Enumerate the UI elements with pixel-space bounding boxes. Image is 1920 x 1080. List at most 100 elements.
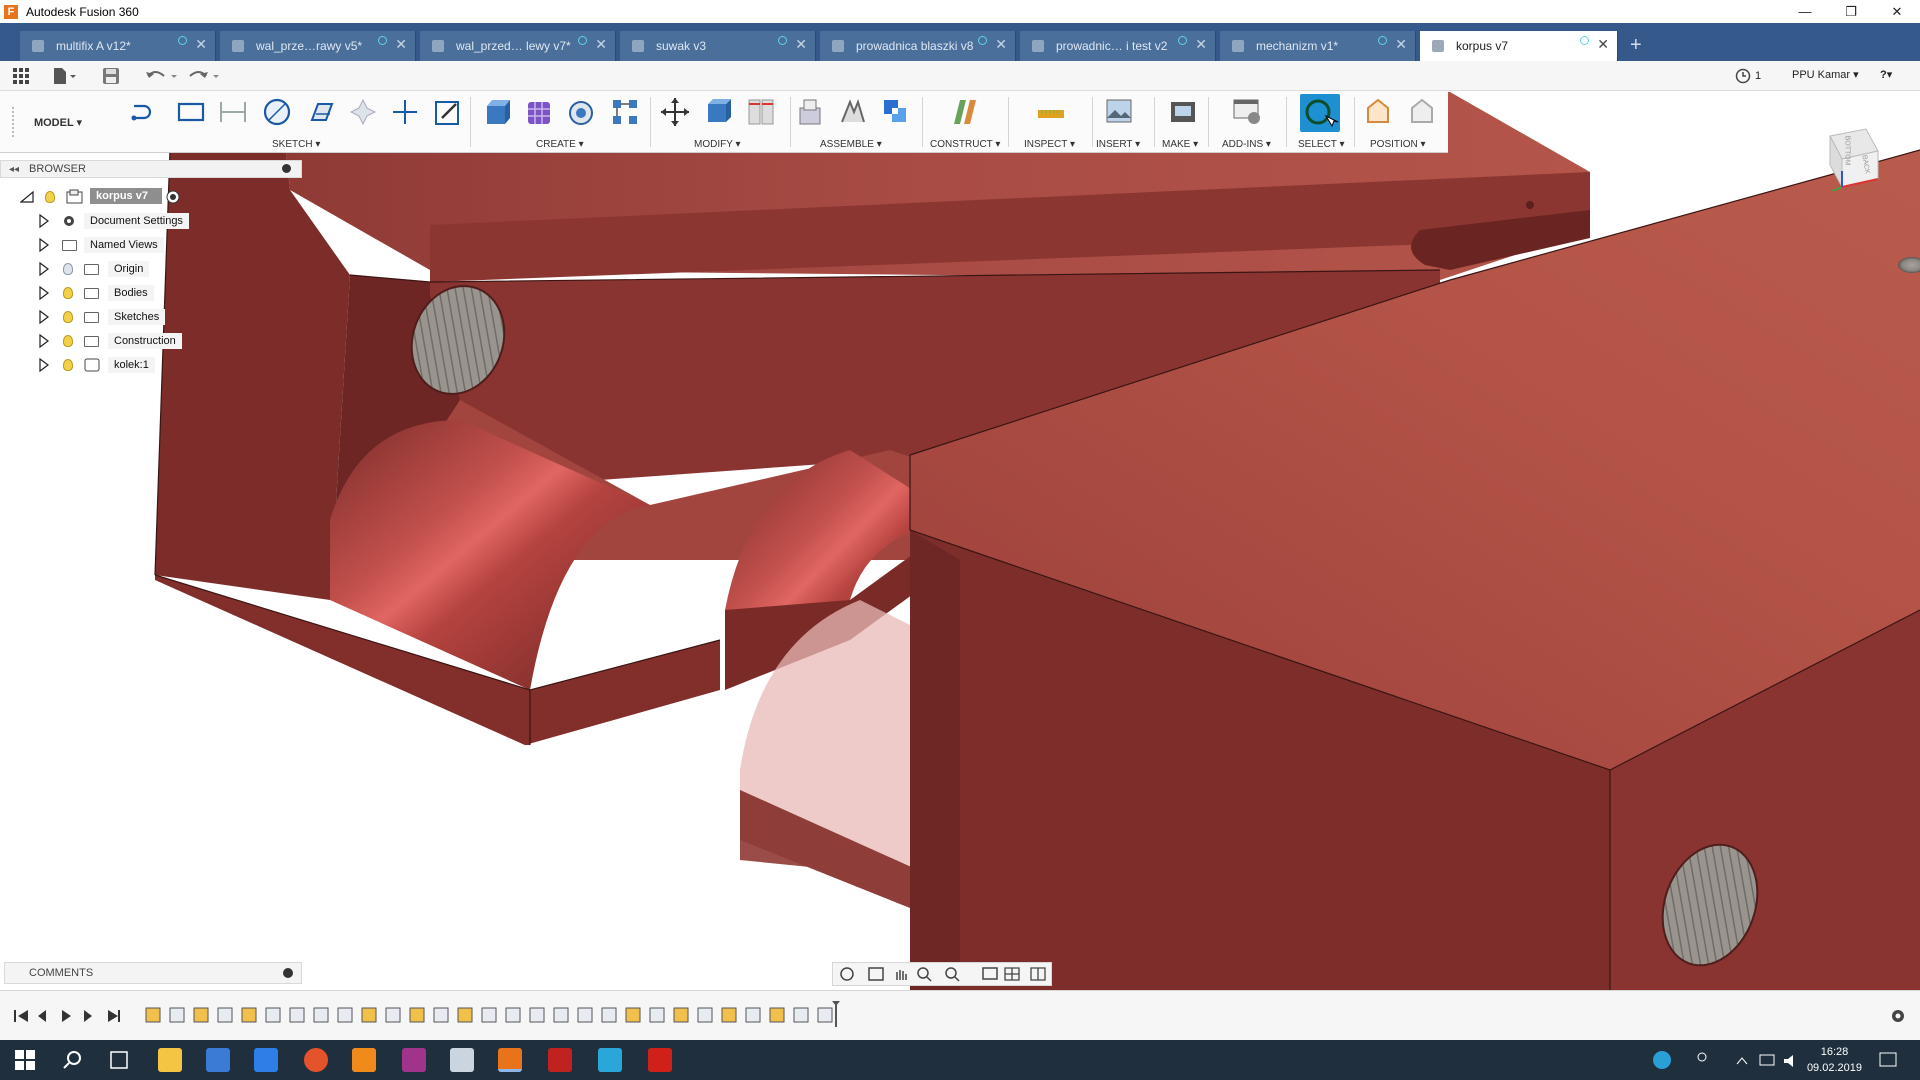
tree-root[interactable]: korpus v7 <box>0 186 200 208</box>
pattern-icon[interactable] <box>610 96 640 126</box>
fusion-360-taskbar-icon[interactable] <box>498 1048 522 1072</box>
tab-close-icon[interactable]: ✕ <box>195 37 207 51</box>
tab-close-icon[interactable]: ✕ <box>395 37 407 51</box>
file-menu-icon[interactable] <box>52 66 76 86</box>
firefox-icon[interactable] <box>304 1048 328 1072</box>
position-group-label[interactable]: POSITION ▾ <box>1370 139 1426 150</box>
visibility-bulb-icon[interactable] <box>63 287 73 299</box>
point-tool-icon[interactable] <box>390 96 420 126</box>
3d-viewer-icon[interactable] <box>450 1048 474 1072</box>
browser-header[interactable]: ◂◂ BROWSER <box>0 160 302 178</box>
tree-item-origin[interactable]: Origin <box>0 258 200 280</box>
make-group-label[interactable]: MAKE ▾ <box>1162 139 1198 150</box>
extrude-icon[interactable] <box>482 96 512 126</box>
people-icon[interactable] <box>1694 1050 1714 1070</box>
insert-canvas-icon[interactable] <box>1104 96 1134 126</box>
expand-arrow-icon[interactable] <box>38 214 50 228</box>
workspace-switcher[interactable]: MODEL ▾ <box>12 107 102 137</box>
stop-sketch-icon[interactable] <box>432 96 462 126</box>
help-button[interactable]: ?▾ <box>1880 68 1892 81</box>
restore-button[interactable]: ❐ <box>1828 0 1874 23</box>
activate-radio-icon[interactable] <box>166 190 180 204</box>
tab-close-icon[interactable]: ✕ <box>1597 37 1609 51</box>
app-icon[interactable] <box>598 1048 622 1072</box>
windows-start-icon[interactable] <box>14 1049 36 1071</box>
scripts-addins-icon[interactable] <box>1232 96 1262 126</box>
addins-group-label[interactable]: ADD-INS ▾ <box>1222 139 1271 150</box>
visibility-bulb-icon[interactable] <box>63 263 73 275</box>
tree-item-document-settings[interactable]: Document Settings <box>0 210 200 232</box>
store-icon[interactable] <box>206 1048 230 1072</box>
tree-item-kolek[interactable]: kolek:1 <box>0 354 200 376</box>
close-window-button[interactable]: ✕ <box>1874 0 1920 23</box>
revolve-icon[interactable] <box>566 96 596 126</box>
select-tool-button[interactable] <box>1300 94 1340 132</box>
dimension-tool-icon[interactable] <box>218 96 248 126</box>
move-icon[interactable] <box>660 96 690 126</box>
expand-arrow-icon[interactable] <box>38 310 50 324</box>
job-status[interactable]: 1 <box>1735 68 1761 84</box>
tree-item-construction[interactable]: Construction <box>0 330 200 352</box>
notifications-icon[interactable] <box>1878 1050 1898 1070</box>
add-comment-icon[interactable] <box>283 968 293 978</box>
network-icon[interactable] <box>1758 1053 1776 1069</box>
autocad-icon[interactable] <box>548 1048 572 1072</box>
tab-close-icon[interactable]: ✕ <box>1195 37 1207 51</box>
browser-pin-icon[interactable] <box>282 164 291 173</box>
view-cube[interactable]: BOTTOM BACK <box>1818 121 1888 191</box>
circle-tool-icon[interactable] <box>262 96 292 126</box>
create-group-label[interactable]: CREATE ▾ <box>536 139 584 150</box>
rectangle-tool-icon[interactable] <box>176 96 206 126</box>
select-group-label[interactable]: SELECT ▾ <box>1298 139 1345 150</box>
tab-close-icon[interactable]: ✕ <box>595 37 607 51</box>
create-form-icon[interactable] <box>524 96 554 126</box>
expand-arrow-icon[interactable] <box>38 262 50 276</box>
help-tray-icon[interactable] <box>1652 1050 1672 1070</box>
tab-close-icon[interactable]: ✕ <box>995 37 1007 51</box>
expand-arrow-icon[interactable] <box>38 334 50 348</box>
sketch-group-label[interactable]: SKETCH ▾ <box>272 139 320 150</box>
construct-group-label[interactable]: CONSTRUCT ▾ <box>930 139 1000 150</box>
collapse-panel-icon[interactable]: ◂◂ <box>9 164 19 175</box>
tab-multifix[interactable]: multifix A v12* ✕ <box>20 31 216 61</box>
tab-korpus[interactable]: korpus v7 ✕ <box>1420 31 1618 61</box>
tree-item-sketches[interactable]: Sketches <box>0 306 200 328</box>
tab-prowadnica-test[interactable]: prowadnic… i test v2 ✕ <box>1020 31 1216 61</box>
minimize-button[interactable]: — <box>1782 0 1828 23</box>
split-body-icon[interactable] <box>746 96 776 126</box>
save-icon[interactable] <box>102 66 120 86</box>
volume-icon[interactable] <box>1782 1053 1800 1069</box>
comments-panel[interactable]: COMMENTS <box>4 962 302 984</box>
search-icon[interactable] <box>62 1049 84 1071</box>
dropbox-icon[interactable] <box>254 1048 278 1072</box>
acrobat-icon[interactable] <box>648 1048 672 1072</box>
visibility-bulb-icon[interactable] <box>63 311 73 323</box>
tree-item-bodies[interactable]: Bodies <box>0 282 200 304</box>
revert-position-icon[interactable] <box>1406 96 1436 126</box>
tab-close-icon[interactable]: ✕ <box>795 37 807 51</box>
measure-icon[interactable] <box>1036 96 1066 126</box>
visibility-bulb-icon[interactable] <box>45 191 55 203</box>
visibility-bulb-icon[interactable] <box>63 335 73 347</box>
tab-mechanizm[interactable]: mechanizm v1* ✕ <box>1220 31 1416 61</box>
modify-group-label[interactable]: MODIFY ▾ <box>694 139 741 150</box>
canvas-viewport[interactable]: BOTTOM BACK <box>0 91 1920 990</box>
calendar-app-icon[interactable] <box>402 1048 426 1072</box>
3d-print-icon[interactable] <box>1168 96 1198 126</box>
user-menu[interactable]: PPU Kamar ▾ <box>1792 68 1859 81</box>
redo-icon[interactable] <box>186 66 220 86</box>
expand-arrow-icon[interactable] <box>38 238 50 252</box>
chevron-up-icon[interactable] <box>1736 1055 1748 1067</box>
new-component-icon[interactable] <box>796 96 826 126</box>
offset-plane-icon[interactable] <box>950 96 980 126</box>
inspect-group-label[interactable]: INSPECT ▾ <box>1024 139 1075 150</box>
vlc-icon[interactable] <box>352 1048 376 1072</box>
line-tool-icon[interactable] <box>130 96 160 126</box>
assemble-group-label[interactable]: ASSEMBLE ▾ <box>820 139 882 150</box>
tab-wal-przed-lewy[interactable]: wal_przed… lewy v7* ✕ <box>420 31 616 61</box>
expand-triangle-icon[interactable] <box>20 191 34 203</box>
file-explorer-icon[interactable] <box>158 1048 182 1072</box>
offset-tool-icon[interactable] <box>348 96 378 126</box>
tab-close-icon[interactable]: ✕ <box>1395 37 1407 51</box>
joint-icon[interactable] <box>838 96 868 126</box>
